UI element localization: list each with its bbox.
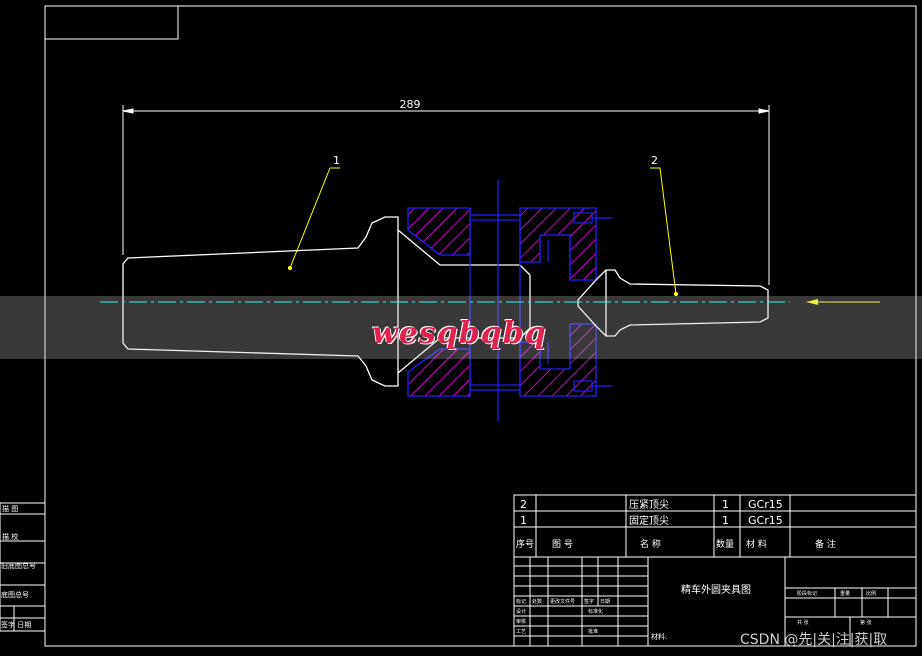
leader-2 — [650, 167, 679, 297]
tb-scale: 比例 — [866, 590, 876, 597]
bom-row-2-material: GCr15 — [748, 514, 783, 527]
bom-row-2-qty: 1 — [722, 514, 729, 527]
source-credit: CSDN @先|关|注|获|取 — [740, 632, 888, 648]
bom-header-name: 名 称 — [640, 538, 661, 550]
tb-label-mark: 标记 — [516, 598, 526, 605]
side-table-label-4: 底图总号 — [1, 590, 29, 599]
bom-header-qty: 数量 — [716, 538, 734, 550]
tb-label-count: 处数 — [532, 598, 542, 605]
tb-sheets-total: 共 张 — [797, 619, 809, 626]
tb-process: 工艺 — [516, 629, 526, 635]
tb-label-change-doc: 更改文件号 — [550, 598, 575, 605]
side-table-label-2: 描 校 — [2, 532, 18, 541]
tb-weight: 重量 — [840, 590, 850, 597]
bom-row-1-name: 压紧顶尖 — [629, 498, 669, 511]
bom-row-1-material: GCr15 — [748, 498, 783, 511]
dimension-value: 289 — [400, 98, 421, 111]
bom-header-material: 材 料 — [746, 538, 767, 550]
balloon-2: 2 — [651, 154, 658, 167]
bom-row-1-qty: 1 — [722, 498, 729, 511]
tb-designer: 设计 — [516, 608, 526, 615]
watermark-text: wesqbqbq — [372, 316, 547, 351]
bom-header-remarks: 备 注 — [815, 538, 836, 550]
side-table-label-5: 签字 日期 — [1, 620, 31, 629]
bom-row-2-no: 1 — [520, 514, 527, 527]
tb-check: 审核 — [516, 618, 526, 625]
tb-material-label: 材料: — [651, 632, 667, 641]
tb-label-sign: 签字 — [584, 598, 594, 605]
bom-row-2-name: 固定顶尖 — [629, 514, 669, 527]
top-left-box — [44, 5, 179, 40]
bom-header-no: 序号 — [516, 538, 534, 550]
side-table-label-1: 描 图 — [2, 504, 18, 513]
overall-dimension — [122, 105, 770, 285]
leader-1 — [287, 167, 340, 271]
tb-label-date: 日期 — [600, 599, 610, 605]
tb-sheet-no: 第 张 — [860, 619, 872, 626]
bom-table-grid — [513, 494, 917, 558]
drawing-title: 精车外圆夹具图 — [681, 583, 751, 596]
tb-stage-mark: 阶段标记 — [797, 590, 817, 597]
side-table-label-3: 旧底图总号 — [1, 561, 36, 570]
tb-standardize: 标准化 — [588, 608, 603, 615]
bom-header-drawing-no: 图 号 — [552, 539, 573, 550]
tb-approve: 批准 — [588, 628, 598, 635]
balloon-1: 1 — [333, 154, 340, 167]
bom-row-1-no: 2 — [520, 498, 527, 511]
